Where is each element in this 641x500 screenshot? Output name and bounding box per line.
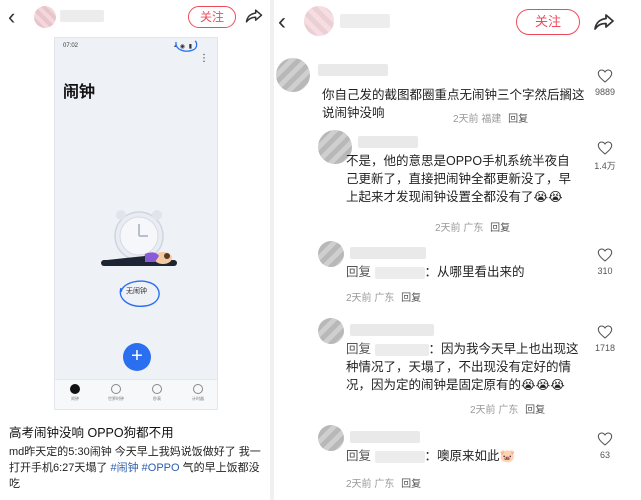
mention-blurred[interactable] [374, 266, 425, 279]
heart-icon [597, 432, 613, 446]
empty-alarm-illustration-icon [101, 210, 177, 266]
comments-panel: ‹ 关注 你自己发的截图都圈重点无闹钟三个字然后搁这说闹钟没响 2天前 福建 回… [274, 0, 641, 500]
comment-location: 广东 [374, 293, 395, 304]
commenter-name-blurred[interactable] [350, 247, 426, 259]
like-count: 1718 [594, 343, 616, 353]
like-button[interactable]: 310 [590, 247, 620, 276]
back-icon[interactable]: ‹ [278, 10, 286, 34]
nav-alarm-label: 闹钟 [71, 396, 79, 401]
reply-link[interactable]: 回复 [490, 223, 510, 234]
comment-time: 2天前 [435, 223, 461, 234]
comment-text: 不是，他的意思是OPPO手机系统半夜自己更新了，直接把闹钟全都更新没了，早上起来… [346, 154, 572, 204]
like-button[interactable]: 63 [590, 431, 620, 460]
commenter-name-blurred[interactable] [358, 136, 418, 148]
add-alarm-button[interactable]: + [123, 343, 151, 371]
like-button[interactable]: 1718 [590, 324, 620, 353]
reply-keyword: 回复 [346, 265, 372, 279]
comment-location: 福建 [481, 114, 502, 125]
comment-location: 广东 [374, 479, 395, 490]
nav-stopwatch-label: 秒表 [153, 396, 161, 401]
stopwatch-icon [152, 384, 162, 394]
alarm-page-title: 闹钟 [63, 84, 96, 101]
reply-link[interactable]: 回复 [508, 114, 528, 125]
comment-meta: 2天前 广东 回复 [346, 289, 421, 304]
comment-location: 广东 [498, 405, 519, 416]
highlight-circle-icon [175, 40, 198, 52]
heart-icon [597, 69, 613, 83]
globe-icon [111, 384, 121, 394]
nav-stopwatch[interactable]: 秒表 [143, 384, 171, 402]
no-alarm-text: 无闹钟 [126, 288, 147, 295]
heart-icon [597, 248, 613, 262]
hashtag-alarm[interactable]: #闹钟 [110, 462, 138, 474]
comment-meta: 2天前 广东 回复 [470, 401, 545, 416]
comment-text: 回复 ：因为我今天早上也出现这种情况了，天塌了，不出现没有定好的情况，因为定的闹… [346, 340, 582, 394]
commenter-avatar[interactable] [276, 58, 310, 92]
author-name-blurred[interactable] [60, 10, 104, 22]
back-icon[interactable]: ‹ [8, 6, 15, 28]
alarm-screenshot: 07:02 ▪ ◉ ▮ ⋮ 闹钟 无闹钟 + 闹钟 世界时钟 秒表 计时器 [54, 37, 218, 410]
share-icon[interactable] [244, 6, 264, 26]
heart-icon [597, 325, 613, 339]
mention-blurred[interactable] [374, 343, 429, 356]
like-count: 9889 [594, 87, 616, 97]
comment-meta: 2天前 广东 回复 [346, 475, 421, 490]
comment-time: 2天前 [453, 114, 479, 125]
follow-button[interactable]: 关注 [188, 6, 236, 28]
comment-body: ：从哪里看出来的 [424, 265, 525, 279]
mention-blurred[interactable] [374, 450, 425, 463]
reply-link[interactable]: 回复 [525, 405, 545, 416]
follow-button[interactable]: 关注 [516, 9, 580, 35]
reply-keyword: 回复 [346, 342, 372, 356]
reply-link[interactable]: 回复 [401, 479, 421, 490]
comment-meta: 2天前 福建 回复 [453, 110, 528, 125]
comment-location: 广东 [463, 223, 484, 234]
nav-world-clock[interactable]: 世界时钟 [102, 384, 130, 402]
commenter-avatar[interactable] [318, 425, 344, 451]
nav-timer-label: 计时器 [192, 396, 204, 401]
share-icon[interactable] [592, 10, 616, 34]
comment-body: ：噢原来如此🐷 [424, 449, 516, 463]
hashtag-oppo[interactable]: #OPPO [142, 462, 180, 474]
post-title: 高考闹钟没响 OPPO狗都不用 [9, 426, 174, 440]
comment-meta: 2天前 广东 回复 [435, 219, 510, 234]
comment-time: 2天前 [346, 479, 372, 490]
nav-world-clock-label: 世界时钟 [108, 396, 124, 401]
comment-time: 2天前 [346, 293, 372, 304]
comment-text: 回复 ：从哪里看出来的 [346, 263, 586, 281]
commenter-name-blurred[interactable] [350, 324, 434, 336]
post-body: md昨天定的5:30闹钟 今天早上我妈说饭做好了 我一打开手机6:27天塌了 #… [9, 444, 267, 492]
commenter-name-blurred[interactable] [318, 64, 388, 76]
commenter-avatar[interactable] [318, 318, 344, 344]
phone-bottom-nav: 闹钟 世界时钟 秒表 计时器 [55, 379, 217, 409]
heart-icon [597, 141, 613, 155]
author-avatar[interactable] [304, 6, 334, 36]
reply-keyword: 回复 [346, 449, 372, 463]
like-count: 310 [597, 266, 613, 276]
like-button[interactable]: 1.4万 [590, 140, 620, 172]
like-button[interactable]: 9889 [590, 68, 620, 97]
reply-link[interactable]: 回复 [401, 293, 421, 304]
commenter-avatar[interactable] [318, 241, 344, 267]
like-count: 1.4万 [594, 161, 616, 171]
alarm-icon [70, 384, 80, 394]
author-avatar[interactable] [34, 6, 56, 28]
commenter-name-blurred[interactable] [350, 431, 420, 443]
left-post-panel: ‹ 关注 07:02 ▪ ◉ ▮ ⋮ 闹钟 无闹钟 + 闹钟 世界时钟 秒表 计… [0, 0, 270, 500]
nav-alarm[interactable]: 闹钟 [61, 384, 89, 402]
timer-icon [193, 384, 203, 394]
phone-time: 07:02 [63, 43, 79, 49]
author-name-blurred[interactable] [340, 14, 390, 28]
more-icon: ⋮ [199, 53, 209, 64]
nav-timer[interactable]: 计时器 [184, 384, 212, 402]
like-count: 63 [599, 450, 610, 460]
comment-time: 2天前 [470, 405, 496, 416]
post-header: ‹ 关注 [0, 0, 270, 36]
comment-text: 回复 ：噢原来如此🐷 [346, 447, 586, 465]
